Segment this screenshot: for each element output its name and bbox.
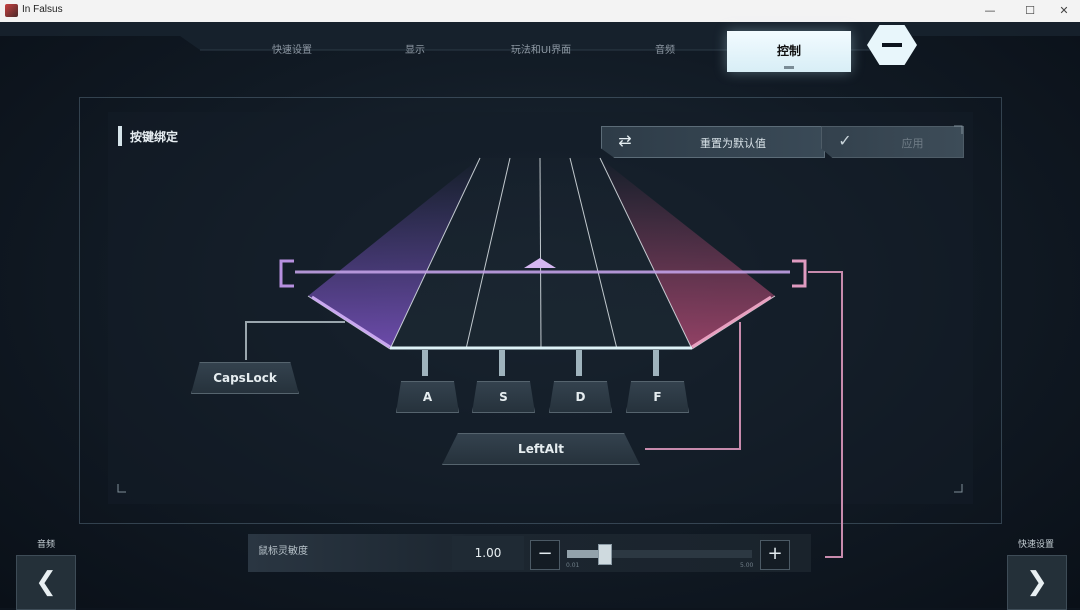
key-lane-1[interactable]: A	[396, 381, 459, 413]
sensitivity-decrease-button[interactable]: −	[530, 540, 560, 570]
sensitivity-min-label: 0.01	[566, 562, 580, 569]
sensitivity-label: 鼠标灵敏度	[258, 546, 308, 557]
chevron-right-icon: ❯	[1026, 567, 1048, 597]
sensitivity-value[interactable]: 1.00	[452, 536, 524, 570]
prev-tab-label: 音频	[37, 540, 56, 550]
chevron-left-icon: ❮	[35, 567, 57, 597]
sensitivity-thumb[interactable]	[598, 544, 612, 565]
key-lane-3[interactable]: D	[549, 381, 612, 413]
key-lane-2[interactable]: S	[472, 381, 535, 413]
prev-tab-button[interactable]: ❮	[16, 555, 76, 610]
next-tab-button[interactable]: ❯	[1007, 555, 1067, 610]
sensitivity-increase-button[interactable]: +	[760, 540, 790, 570]
lane-diagram	[117, 125, 963, 558]
key-leftalt[interactable]: LeftAlt	[442, 433, 640, 465]
key-lane-4[interactable]: F	[626, 381, 689, 413]
key-capslock[interactable]: CapsLock	[191, 362, 299, 394]
sensitivity-max-label: 5.00	[740, 562, 754, 569]
next-tab-label: 快速设置	[1018, 540, 1055, 550]
